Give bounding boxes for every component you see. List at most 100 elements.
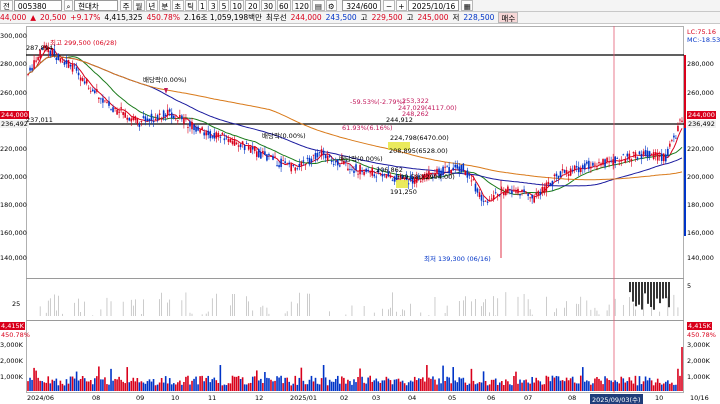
price-tick: 300,000 [0, 32, 27, 40]
volume-bar [622, 378, 625, 391]
volume-bar [221, 385, 224, 391]
volume-bar [399, 381, 402, 391]
right-ref-tag: 236,492 [687, 120, 716, 128]
volume-bar [156, 384, 159, 391]
osc-tick: 25 [12, 300, 21, 308]
candle-body [547, 181, 550, 185]
volume-bar [650, 380, 653, 391]
candle-body [598, 162, 600, 164]
candle-body [533, 197, 535, 203]
candle-body [148, 118, 151, 122]
candle-body [567, 174, 570, 176]
volume-bar [600, 380, 602, 391]
candle-body [31, 67, 33, 71]
volume-bar [353, 379, 355, 391]
volume-bar [393, 379, 396, 391]
candle-body [189, 121, 191, 127]
candle-body [369, 172, 371, 174]
candle-body [632, 152, 635, 154]
candle-body [584, 163, 586, 170]
volume-bar [577, 383, 580, 391]
volume-bar [626, 381, 629, 391]
volume-bar [624, 382, 627, 391]
volume-bar [529, 383, 531, 391]
volume-bar [286, 377, 288, 391]
price-tick: 280,000 [0, 60, 27, 68]
candle-body [144, 116, 147, 121]
price-tick-right: 180,000 [687, 201, 714, 209]
candle-body [217, 133, 220, 138]
candle-body [407, 183, 410, 185]
volume-bar [191, 380, 193, 391]
candle-body [179, 115, 181, 118]
volume-bar [535, 377, 538, 391]
candle-body [371, 167, 374, 176]
volume-bar [573, 382, 576, 391]
annotation-level: 191,250 [390, 188, 417, 196]
volume-bar [480, 382, 483, 391]
candle-body [292, 164, 295, 167]
candle-body [618, 163, 621, 165]
volume-bar [276, 376, 278, 391]
candle-body [353, 170, 355, 173]
volume-bar [644, 376, 647, 391]
volume-bar [302, 380, 305, 391]
volume-bar [478, 382, 481, 391]
volume-bar [270, 379, 272, 391]
volume-bar [306, 384, 309, 391]
candle-body [328, 155, 331, 157]
candle-body [383, 174, 386, 176]
annotation-high-short: 287,894 [26, 44, 53, 52]
volume-bar [606, 378, 608, 391]
price-tick: 140,000 [0, 254, 27, 262]
candle-body [77, 72, 80, 76]
annotation-pct: -59.53%(-2.79%) [350, 98, 406, 106]
annotation-dividend: 배당락(0.00%) [262, 132, 306, 140]
volume-bar [614, 380, 616, 391]
candle-body [35, 60, 37, 62]
candle-body [600, 163, 602, 166]
vol-tick-right: 3,000K [687, 341, 710, 349]
volume-bar [442, 365, 444, 391]
candle-body [470, 180, 473, 182]
volume-bar [183, 381, 185, 391]
volume-bar [349, 381, 351, 391]
candle-body [531, 195, 533, 199]
lc-label: LC:75.16 [687, 28, 716, 36]
volume-bar [274, 380, 276, 391]
candle-body [460, 164, 463, 173]
volume-bar [604, 376, 606, 391]
x-label: 11 [208, 394, 217, 402]
candle-body [160, 118, 163, 120]
mc-label: MC:-18.53 [687, 36, 720, 44]
volume-bar [438, 378, 440, 391]
price-tick: 220,000 [0, 145, 27, 153]
volume-bar [91, 384, 94, 391]
price-tick: 180,000 [0, 201, 27, 209]
volume-bar [120, 379, 122, 391]
annotation-level: 244,912 [386, 116, 413, 124]
candle-body [511, 190, 513, 194]
candle-body [96, 89, 98, 92]
candle-body [679, 119, 681, 121]
candle-body [517, 188, 519, 194]
volume-bar [533, 382, 535, 391]
candle-body [203, 132, 205, 136]
candle-body [278, 165, 280, 168]
candle-body [124, 112, 126, 118]
candle-body [458, 166, 461, 172]
price-tick-right: 140,000 [687, 254, 714, 262]
volume-bar [436, 384, 438, 391]
candle-body [229, 138, 232, 143]
cursor-date-label: 2025/09/03(수) [590, 394, 643, 404]
volume-bar [39, 380, 41, 391]
volume-bar [118, 376, 120, 391]
volume-bar [413, 376, 416, 391]
volume-bar [124, 383, 126, 391]
candle-body [61, 61, 64, 63]
volume-bar [675, 384, 677, 391]
volume-bar [272, 381, 274, 391]
candle-body [138, 124, 141, 127]
volume-bar [472, 380, 475, 391]
volume-bar [209, 382, 212, 391]
